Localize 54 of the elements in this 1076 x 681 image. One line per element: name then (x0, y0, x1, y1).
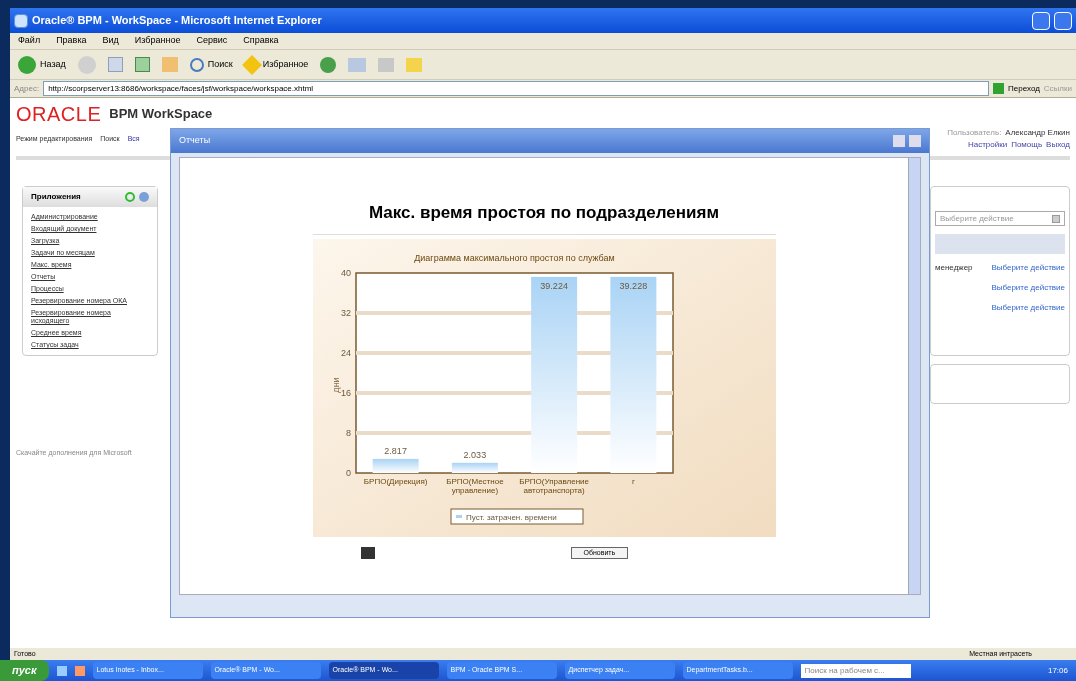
user-name: Александр Елкин (1005, 127, 1070, 139)
bar-value-label: 39.228 (619, 280, 647, 291)
y-tick-label: 16 (340, 387, 351, 398)
clock: 17:06 (1047, 664, 1068, 677)
category-label: БРПО(Местное управление) (445, 476, 504, 495)
category-label: БРПО(Управление автотранспорта) (518, 476, 589, 495)
start-button[interactable]: пуск (0, 660, 49, 681)
menu-item[interactable]: Файл (18, 34, 41, 48)
chart-title: Диаграмма максимального простоя по службам (413, 252, 615, 263)
y-tick-label: 32 (340, 307, 351, 318)
maximize-button[interactable] (1054, 11, 1072, 30)
header-link[interactable]: Настройки (967, 139, 1008, 151)
bar-value-label: 39.224 (539, 280, 568, 291)
dialog-title: Отчеты (179, 134, 212, 148)
desktop-search-field[interactable]: Поиск на рабочем с... (800, 663, 911, 678)
menu-item[interactable]: Справка (243, 34, 279, 48)
address-field[interactable]: http://scorpserver13:8686/workspace/faces/jsf/workspace/workspace.xhtml (43, 81, 990, 96)
report-heading: Макс. время простоя по подразделениям (368, 202, 719, 224)
category-label: г (631, 476, 635, 486)
menu-item[interactable]: Вид (102, 34, 119, 48)
bar-value-label: 2.817 (383, 445, 407, 456)
product-name: BPM WorkSpace (109, 105, 213, 124)
window-title: Oracle® BPM - WorkSpace - Microsoft Internet Explorer (32, 13, 323, 29)
action-link[interactable]: Выберите действие (991, 262, 1065, 274)
row-text: менеджер (935, 262, 973, 274)
action-link[interactable]: Выберите действие (991, 282, 1065, 294)
favorites-button[interactable]: Избранное (244, 57, 309, 72)
menu-item[interactable]: Сервис (196, 34, 228, 48)
chart-legend: Пуст. затрачен. времени (450, 508, 583, 524)
y-axis-label: дни (330, 376, 341, 393)
header-link[interactable]: Помощь (1011, 139, 1043, 151)
oracle-logo: ORACLE (16, 102, 102, 127)
menu-item[interactable]: Правка (56, 34, 87, 48)
minimize-button[interactable] (1032, 11, 1050, 30)
search-button[interactable]: Поиск (189, 57, 233, 72)
panel-title: Приложения (31, 191, 82, 203)
export-button[interactable] (360, 546, 375, 559)
back-button[interactable]: Назад (18, 55, 66, 74)
user-label: Пользователь: (947, 127, 1002, 139)
bar (451, 462, 498, 473)
y-tick-label: 24 (340, 347, 351, 358)
menu-item[interactable]: Избранное (134, 34, 181, 48)
scrollbar[interactable] (908, 158, 920, 594)
dropdown-icon (1052, 214, 1060, 223)
go-button[interactable]: Переход (993, 82, 1040, 95)
action-link[interactable]: Выберите действие (991, 302, 1065, 314)
y-tick-label: 40 (340, 267, 351, 278)
y-tick-label: 0 (345, 467, 351, 478)
category-label: БРПО(Дирекция) (363, 476, 427, 486)
legend-label: Пуст. затрачен. времени (465, 512, 557, 522)
y-tick-label: 8 (345, 427, 351, 438)
bar-value-label: 2.033 (463, 449, 486, 460)
address-label: Адрес: (14, 82, 40, 95)
header-link[interactable]: Выход (1046, 139, 1070, 151)
